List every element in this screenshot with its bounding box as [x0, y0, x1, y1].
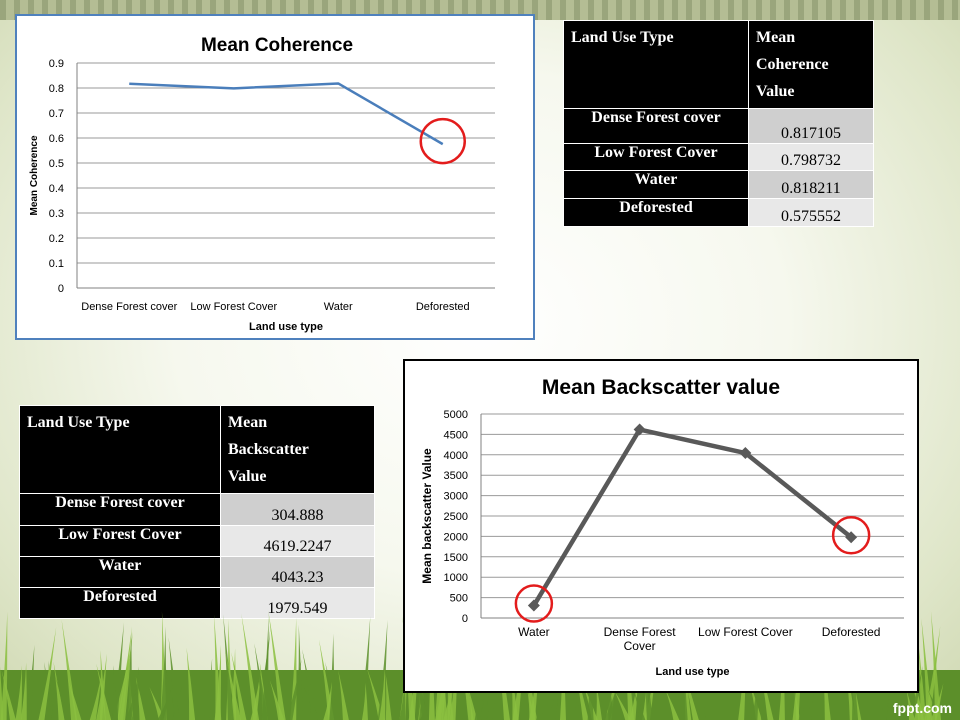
y-tick-label: 0: [462, 613, 468, 625]
mean-coherence-chart-svg: Mean Coherence 0 0.1 0.2 0.3 0.4 0.5 0.6 0.7 0.8 0…: [29, 35, 495, 333]
y-tick-label: 0.8: [49, 83, 64, 95]
watermark: fppt.com: [892, 700, 952, 716]
table-row-label: Dense Forest cover: [563, 108, 749, 144]
y-axis-title: Mean Coherence: [29, 135, 40, 215]
y-tick-label: 0.9: [49, 58, 64, 70]
mean-backscatter-chart-svg: Mean Backscatter value 0 500 1000 1500 2000 25…: [420, 376, 904, 678]
x-axis-title: Land use type: [656, 666, 730, 678]
y-tick-label: 0.5: [49, 158, 64, 170]
chart-title: Mean Backscatter value: [542, 376, 780, 399]
highlight-circle: [419, 117, 466, 165]
mean-coherence-chart: Mean Coherence 0 0.1 0.2 0.3 0.4 0.5 0.6 0.7 0.8 0…: [15, 14, 535, 340]
table-row: Water 4043.23: [19, 556, 375, 588]
x-tick-label: Water: [518, 625, 550, 639]
y-tick-label: 4500: [444, 429, 468, 441]
y-tick-label: 3000: [444, 491, 468, 503]
x-tick-label: Low Forest Cover: [190, 301, 277, 313]
table-header-value: Mean Coherence Value: [748, 20, 874, 109]
table-row-label: Water: [563, 170, 749, 199]
slide: Mean Coherence 0 0.1 0.2 0.3 0.4 0.5 0.6 0.7 0.8 0…: [0, 0, 960, 720]
y-tick-label: 3500: [444, 470, 468, 482]
table-row-value: 304.888: [220, 493, 375, 526]
y-tick-label: 0: [58, 283, 64, 295]
table-row: Low Forest Cover 4619.2247: [19, 525, 375, 557]
table-header-land-use: Land Use Type: [19, 405, 221, 494]
backscatter-table: Land Use Type Mean Backscatter Value Den…: [19, 405, 375, 619]
table-header-value: Mean Backscatter Value: [220, 405, 375, 494]
table-row-label: Deforested: [563, 198, 749, 227]
chart-title: Mean Coherence: [201, 35, 353, 56]
y-tick-label: 5000: [444, 409, 468, 421]
x-axis-title: Land use type: [249, 321, 323, 333]
table-row-value: 0.817105: [748, 108, 874, 144]
table-header-row: Land Use Type Mean Backscatter Value: [19, 405, 375, 494]
y-tick-label: 0.1: [49, 258, 64, 270]
x-tick-label: Dense Forest cover: [81, 301, 177, 313]
x-tick-label: Deforested: [416, 301, 470, 313]
table-header-land-use: Land Use Type: [563, 20, 749, 109]
table-row-label: Low Forest Cover: [563, 143, 749, 171]
y-tick-label: 0.6: [49, 133, 64, 145]
coherence-table: Land Use Type Mean Coherence Value Dense…: [563, 20, 874, 227]
table-row-value: 4619.2247: [220, 525, 375, 557]
series-line: [129, 82, 444, 146]
x-tick-label: Low Forest Cover: [698, 625, 793, 639]
y-tick-label: 2000: [444, 531, 468, 543]
y-tick-label: 0.2: [49, 233, 64, 245]
x-tick-label: Water: [324, 301, 353, 313]
y-tick-label: 1500: [444, 552, 468, 564]
table-row-value: 0.818211: [748, 170, 874, 199]
x-tick-label: Dense Forest: [604, 625, 677, 639]
table-row-value: 0.575552: [748, 198, 874, 227]
table-row-label: Water: [19, 556, 221, 588]
y-tick-label: 2500: [444, 511, 468, 523]
x-tick-label: Deforested: [822, 625, 881, 639]
table-row-value: 0.798732: [748, 143, 874, 171]
y-tick-label: 0.3: [49, 208, 64, 220]
y-tick-label: 1000: [444, 572, 468, 584]
y-tick-label: 500: [450, 593, 468, 605]
table-row: Low Forest Cover 0.798732: [563, 143, 874, 171]
table-row: Dense Forest cover 304.888: [19, 493, 375, 526]
series-line: [531, 427, 853, 607]
y-tick-label: 0.7: [49, 108, 64, 120]
table-row-value: 4043.23: [220, 556, 375, 588]
y-axis-title: Mean backscatter Value: [420, 448, 434, 584]
table-row: Water 0.818211: [563, 170, 874, 199]
mean-backscatter-chart: Mean Backscatter value 0 500 1000 1500 2000 25…: [403, 359, 919, 693]
table-row-label: Dense Forest cover: [19, 493, 221, 526]
table-row-label: Low Forest Cover: [19, 525, 221, 557]
x-tick-label: Cover: [624, 639, 656, 653]
table-row: Dense Forest cover 0.817105: [563, 108, 874, 144]
y-tick-label: 0.4: [49, 183, 64, 195]
table-row: Deforested 0.575552: [563, 198, 874, 227]
y-tick-label: 4000: [444, 450, 468, 462]
table-header-row: Land Use Type Mean Coherence Value: [563, 20, 874, 109]
